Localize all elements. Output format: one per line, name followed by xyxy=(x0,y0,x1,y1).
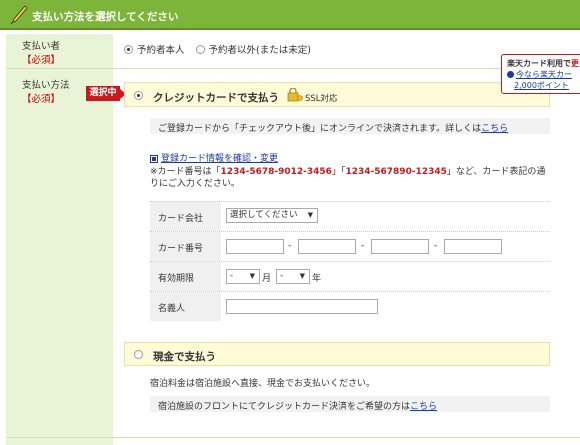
payer-other-radio[interactable] xyxy=(195,44,205,54)
card-holder-row: 名義人 xyxy=(150,291,550,321)
popup-title-text: 楽天カード利用で xyxy=(507,59,571,68)
card-number-row: カード番号 - - - xyxy=(150,231,550,261)
card-number-label-cell: カード番号 xyxy=(150,232,221,261)
expiry-month-select[interactable]: - ▼ xyxy=(226,269,260,284)
cash-radio[interactable] xyxy=(134,350,143,359)
payer-required: 【必須】 xyxy=(22,55,61,66)
credit-info-body: ご登録カードから「チェックアウト後」にオンラインで決済されます。詳しくは xyxy=(158,124,482,134)
cash-label: 現金で支払う xyxy=(153,351,216,363)
credit-card-label: クレジットカードで支払う xyxy=(153,92,279,104)
payer-label-text: 支払い者 xyxy=(22,41,61,52)
cash-info-body: 宿泊施設のフロントにてクレジットカード決済をご希望の方は xyxy=(158,402,411,412)
arrow-circle-icon xyxy=(507,71,514,78)
card-holder-label-cell: 名義人 xyxy=(150,292,221,321)
selected-badge: 選択中 xyxy=(86,86,126,101)
card-number-label: カード番号 xyxy=(158,244,204,254)
card-number-sep-2: - xyxy=(361,241,365,251)
payer-label: 支払い者 【必須】 xyxy=(22,38,60,66)
card-form: カード会社 選択してください ▼ カード番号 - - - 有効期限 - ▼ 月 - ▼… xyxy=(150,201,550,321)
rakuten-card-popup[interactable]: 楽天カード利用で更 今なら楽天カー 2,000ポイント xyxy=(501,54,580,94)
card-company-value: 選択してください xyxy=(230,210,298,220)
method-label-text: 支払い方法 xyxy=(22,80,70,91)
credit-info-link[interactable]: こちら xyxy=(481,124,508,134)
credit-card-radio[interactable] xyxy=(134,91,143,100)
expiry-month-value: - xyxy=(230,271,234,281)
payer-options: 予約者本人 予約者以外(または未定) xyxy=(124,42,319,56)
ssl-lock-icon xyxy=(287,88,303,102)
card-company-select[interactable]: 選択してください ▼ xyxy=(226,208,318,223)
method-label: 支払い方法 【必須】 xyxy=(22,77,70,105)
popup-title: 楽天カード利用で更 xyxy=(507,58,579,69)
card-company-label: カード会社 xyxy=(158,214,204,224)
credit-info-bar: ご登録カードから「チェックアウト後」にオンラインで決済されます。詳しくはこちら xyxy=(150,118,550,134)
month-unit: 月 xyxy=(262,274,272,284)
note-prefix: ※カード番号は「 xyxy=(150,167,221,177)
credit-info-text: ご登録カードから「チェックアウト後」にオンラインで決済されます。詳しくはこちら xyxy=(158,121,508,134)
section-title: 支払い方法を選択してください xyxy=(32,11,179,23)
card-number-note: ※カード番号は「1234-5678-9012-3456」「1234-567890… xyxy=(150,166,550,190)
card-number-sep-3: - xyxy=(434,241,438,251)
popup-link-text: 今なら楽天カー xyxy=(516,70,572,79)
cash-info-link[interactable]: こちら xyxy=(410,402,437,412)
section-header: 支払い方法を選択してください xyxy=(0,0,580,30)
card-number-sep-1: - xyxy=(288,241,292,251)
method-required: 【必須】 xyxy=(22,94,61,105)
card-number-input-2[interactable] xyxy=(298,239,356,254)
popup-points[interactable]: 2,000ポイント xyxy=(514,80,569,91)
note-example-1: 1234-5678-9012-3456 xyxy=(220,167,332,177)
dropdown-arrow-icon: ▼ xyxy=(307,211,313,219)
note-mid: 」「 xyxy=(331,167,346,177)
ssl-label: SSL対応 xyxy=(305,94,338,104)
cash-info-text: 宿泊施設のフロントにてクレジットカード決済をご希望の方はこちら xyxy=(158,399,437,412)
dropdown-arrow-icon: ▼ xyxy=(299,272,305,280)
confirm-card-row: 登録カード情報を確認・変更 xyxy=(150,151,278,164)
expiry-year-value: - xyxy=(280,271,284,281)
payer-self-radio[interactable] xyxy=(124,44,133,54)
popup-link[interactable]: 今なら楽天カー xyxy=(507,69,572,80)
cash-option[interactable]: 現金で支払う xyxy=(124,342,550,366)
cash-info-bar: 宿泊施設のフロントにてクレジットカード決済をご希望の方はこちら xyxy=(150,396,550,412)
popup-title-accent: 更 xyxy=(571,59,579,68)
card-expiry-label: 有効期限 xyxy=(158,274,195,284)
expiry-year-select[interactable]: - ▼ xyxy=(276,269,310,284)
confirm-card-link[interactable]: 登録カード情報を確認・変更 xyxy=(161,154,278,164)
card-number-input-4[interactable] xyxy=(444,239,502,254)
card-company-label-cell: カード会社 xyxy=(150,202,221,231)
payer-other-label: 予約者以外(または未定) xyxy=(208,45,311,56)
pen-icon xyxy=(10,5,28,25)
dropdown-arrow-icon: ▼ xyxy=(249,272,255,280)
card-expiry-label-cell: 有効期限 xyxy=(150,262,221,291)
card-number-input-3[interactable] xyxy=(371,239,429,254)
payer-self-label: 予約者本人 xyxy=(137,45,185,56)
card-expiry-row: 有効期限 - ▼ 月 - ▼ 年 xyxy=(150,261,550,291)
card-company-row: カード会社 選択してください ▼ xyxy=(150,201,550,231)
credit-card-option[interactable]: クレジットカードで支払う SSL対応 xyxy=(124,82,550,107)
card-holder-label: 名義人 xyxy=(158,304,186,314)
cash-description: 宿泊料金は宿泊施設へ直接、現金でお支払いください。 xyxy=(150,379,376,389)
note-example-2: 1234-567890-12345 xyxy=(345,167,447,177)
card-number-input-1[interactable] xyxy=(226,239,284,254)
bullet-square-icon xyxy=(150,154,158,163)
row-divider xyxy=(6,68,580,69)
card-holder-input[interactable] xyxy=(226,299,378,314)
bottom-divider xyxy=(6,437,580,438)
year-unit: 年 xyxy=(312,274,322,284)
